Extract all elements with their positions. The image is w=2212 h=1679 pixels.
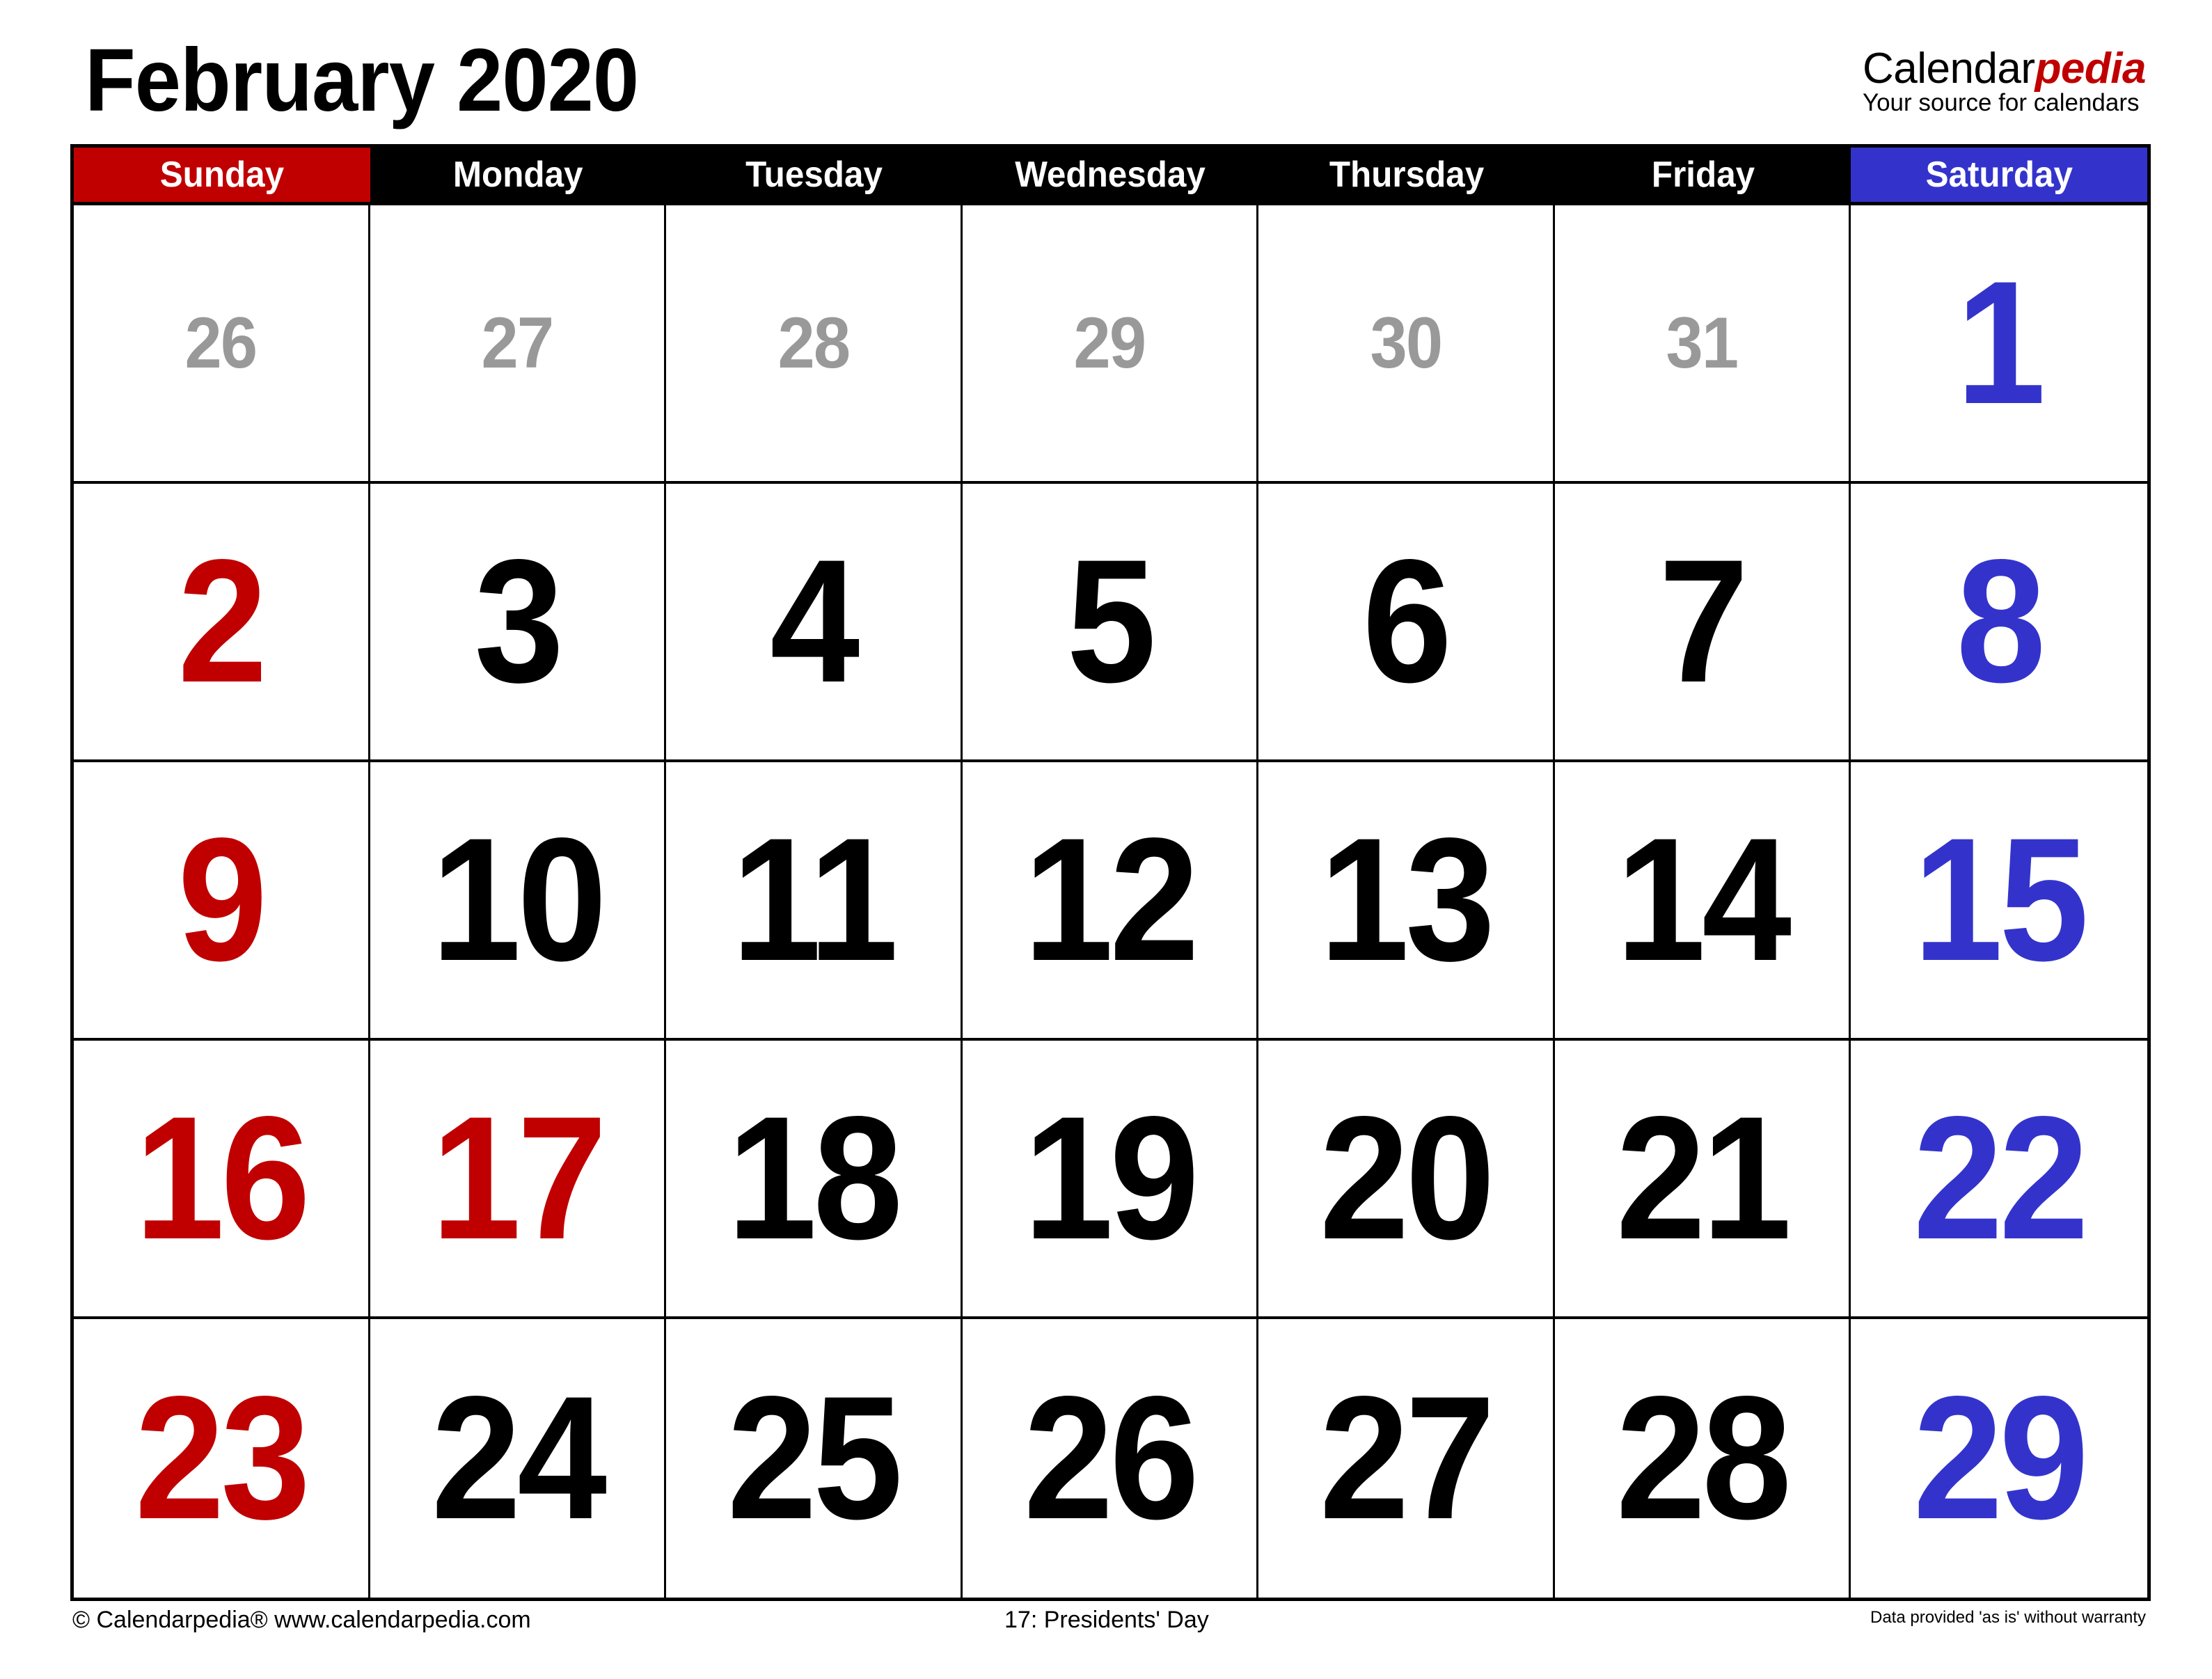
- day-cell: 2: [74, 484, 370, 762]
- day-cell: 29: [962, 205, 1259, 484]
- day-cell: 16: [74, 1041, 370, 1319]
- day-cell: 19: [962, 1041, 1259, 1319]
- day-cell: 23: [74, 1319, 370, 1598]
- brand-name-accent: pedia: [2035, 45, 2147, 93]
- day-number: 23: [134, 1360, 310, 1556]
- footer-holidays: 17: Presidents' Day: [1004, 1607, 1209, 1633]
- weekday-header-wednesday: Wednesday: [962, 148, 1259, 205]
- weekday-label: Tuesday: [745, 155, 883, 195]
- day-cell: 11: [666, 762, 963, 1041]
- day-cell: 21: [1554, 1041, 1851, 1319]
- day-number: 13: [1320, 802, 1495, 998]
- day-number: 29: [1073, 303, 1147, 384]
- day-cell: 6: [1258, 484, 1555, 762]
- day-cell: 26: [963, 1319, 1259, 1598]
- day-cell: 28: [1555, 1319, 1851, 1598]
- day-number: 29: [1913, 1360, 2089, 1556]
- day-number: 5: [1066, 523, 1156, 719]
- weekday-label: Sunday: [159, 155, 284, 195]
- day-number: 15: [1913, 802, 2089, 998]
- day-number: 22: [1913, 1080, 2089, 1276]
- day-number: 30: [1370, 303, 1443, 384]
- day-cell: 7: [1554, 484, 1851, 762]
- brand-logo: Calendarpedia Your source for calendars: [1862, 45, 2147, 116]
- day-cell: 15: [1851, 762, 2147, 1041]
- weekday-label: Monday: [453, 155, 583, 195]
- footer-disclaimer: Data provided 'as is' without warranty: [1870, 1608, 2146, 1627]
- day-cell: 26: [74, 205, 370, 484]
- day-cell: 22: [1851, 1041, 2147, 1319]
- day-number: 21: [1615, 1080, 1792, 1276]
- brand-tagline: Your source for calendars: [1862, 89, 2140, 116]
- page-title: February 2020: [85, 31, 639, 130]
- day-cell: 25: [666, 1319, 963, 1598]
- day-cell: 5: [962, 484, 1259, 762]
- weekday-header-monday: Monday: [370, 148, 667, 205]
- day-number: 24: [431, 1360, 606, 1556]
- day-number: 2: [177, 523, 268, 719]
- day-cell: 3: [370, 484, 667, 762]
- day-cell: 17: [370, 1041, 667, 1319]
- day-number: 26: [1023, 1360, 1199, 1556]
- day-number: 4: [770, 523, 860, 719]
- day-cell: 24: [370, 1319, 667, 1598]
- weekday-label: Wednesday: [1015, 155, 1206, 195]
- calendar-grid: Sunday Monday Tuesday Wednesday Thursday Frid…: [70, 144, 2151, 1601]
- day-number: 26: [184, 303, 258, 384]
- weekday-header-friday: Friday: [1554, 148, 1851, 205]
- day-number: 10: [431, 802, 606, 998]
- day-number: 14: [1615, 802, 1792, 998]
- day-number: 27: [1320, 1360, 1495, 1556]
- brand-name: Calendarpedia: [1862, 45, 2147, 93]
- day-number: 25: [727, 1360, 903, 1556]
- brand-name-plain: Calendar: [1862, 45, 2035, 93]
- day-cell: 18: [666, 1041, 963, 1319]
- weekday-label: Thursday: [1329, 155, 1485, 195]
- day-cell: 27: [370, 205, 667, 484]
- day-cell: 12: [962, 762, 1259, 1041]
- day-cell: 28: [666, 205, 963, 484]
- day-number: 12: [1023, 802, 1199, 998]
- day-number: 16: [134, 1080, 310, 1276]
- day-number: 7: [1659, 523, 1748, 719]
- day-number: 8: [1956, 523, 2046, 719]
- day-number: 1: [1956, 245, 2046, 441]
- day-cell: 20: [1258, 1041, 1555, 1319]
- weekday-header-saturday: Saturday: [1851, 148, 2147, 205]
- day-number: 3: [474, 523, 564, 719]
- day-number: 31: [1666, 303, 1739, 384]
- weekday-header-tuesday: Tuesday: [666, 148, 963, 205]
- weekday-label: Saturday: [1925, 155, 2073, 195]
- day-number: 6: [1362, 523, 1453, 719]
- day-number: 28: [777, 303, 851, 384]
- day-number: 17: [431, 1080, 606, 1276]
- weekday-label: Friday: [1651, 155, 1755, 195]
- day-cell: 9: [74, 762, 370, 1041]
- day-number: 9: [177, 802, 268, 998]
- day-number: 20: [1320, 1080, 1495, 1276]
- weekday-header-thursday: Thursday: [1258, 148, 1555, 205]
- day-cell: 14: [1554, 762, 1851, 1041]
- weekday-header-sunday: Sunday: [74, 148, 370, 205]
- day-number: 27: [481, 303, 554, 384]
- day-number: 11: [732, 802, 899, 998]
- day-cell: 29: [1851, 1319, 2147, 1598]
- day-number: 19: [1023, 1080, 1199, 1276]
- footer-copyright: © Calendarpedia® www.calendarpedia.com: [72, 1607, 531, 1633]
- day-cell: 4: [666, 484, 963, 762]
- day-cell: 8: [1851, 484, 2147, 762]
- day-number: 18: [727, 1080, 903, 1276]
- day-cell: 27: [1258, 1319, 1555, 1598]
- day-cell: 31: [1554, 205, 1851, 484]
- day-number: 28: [1615, 1360, 1792, 1556]
- day-cell: 13: [1258, 762, 1555, 1041]
- day-cell: 30: [1258, 205, 1555, 484]
- day-cell: 1: [1851, 205, 2147, 484]
- day-cell: 10: [370, 762, 667, 1041]
